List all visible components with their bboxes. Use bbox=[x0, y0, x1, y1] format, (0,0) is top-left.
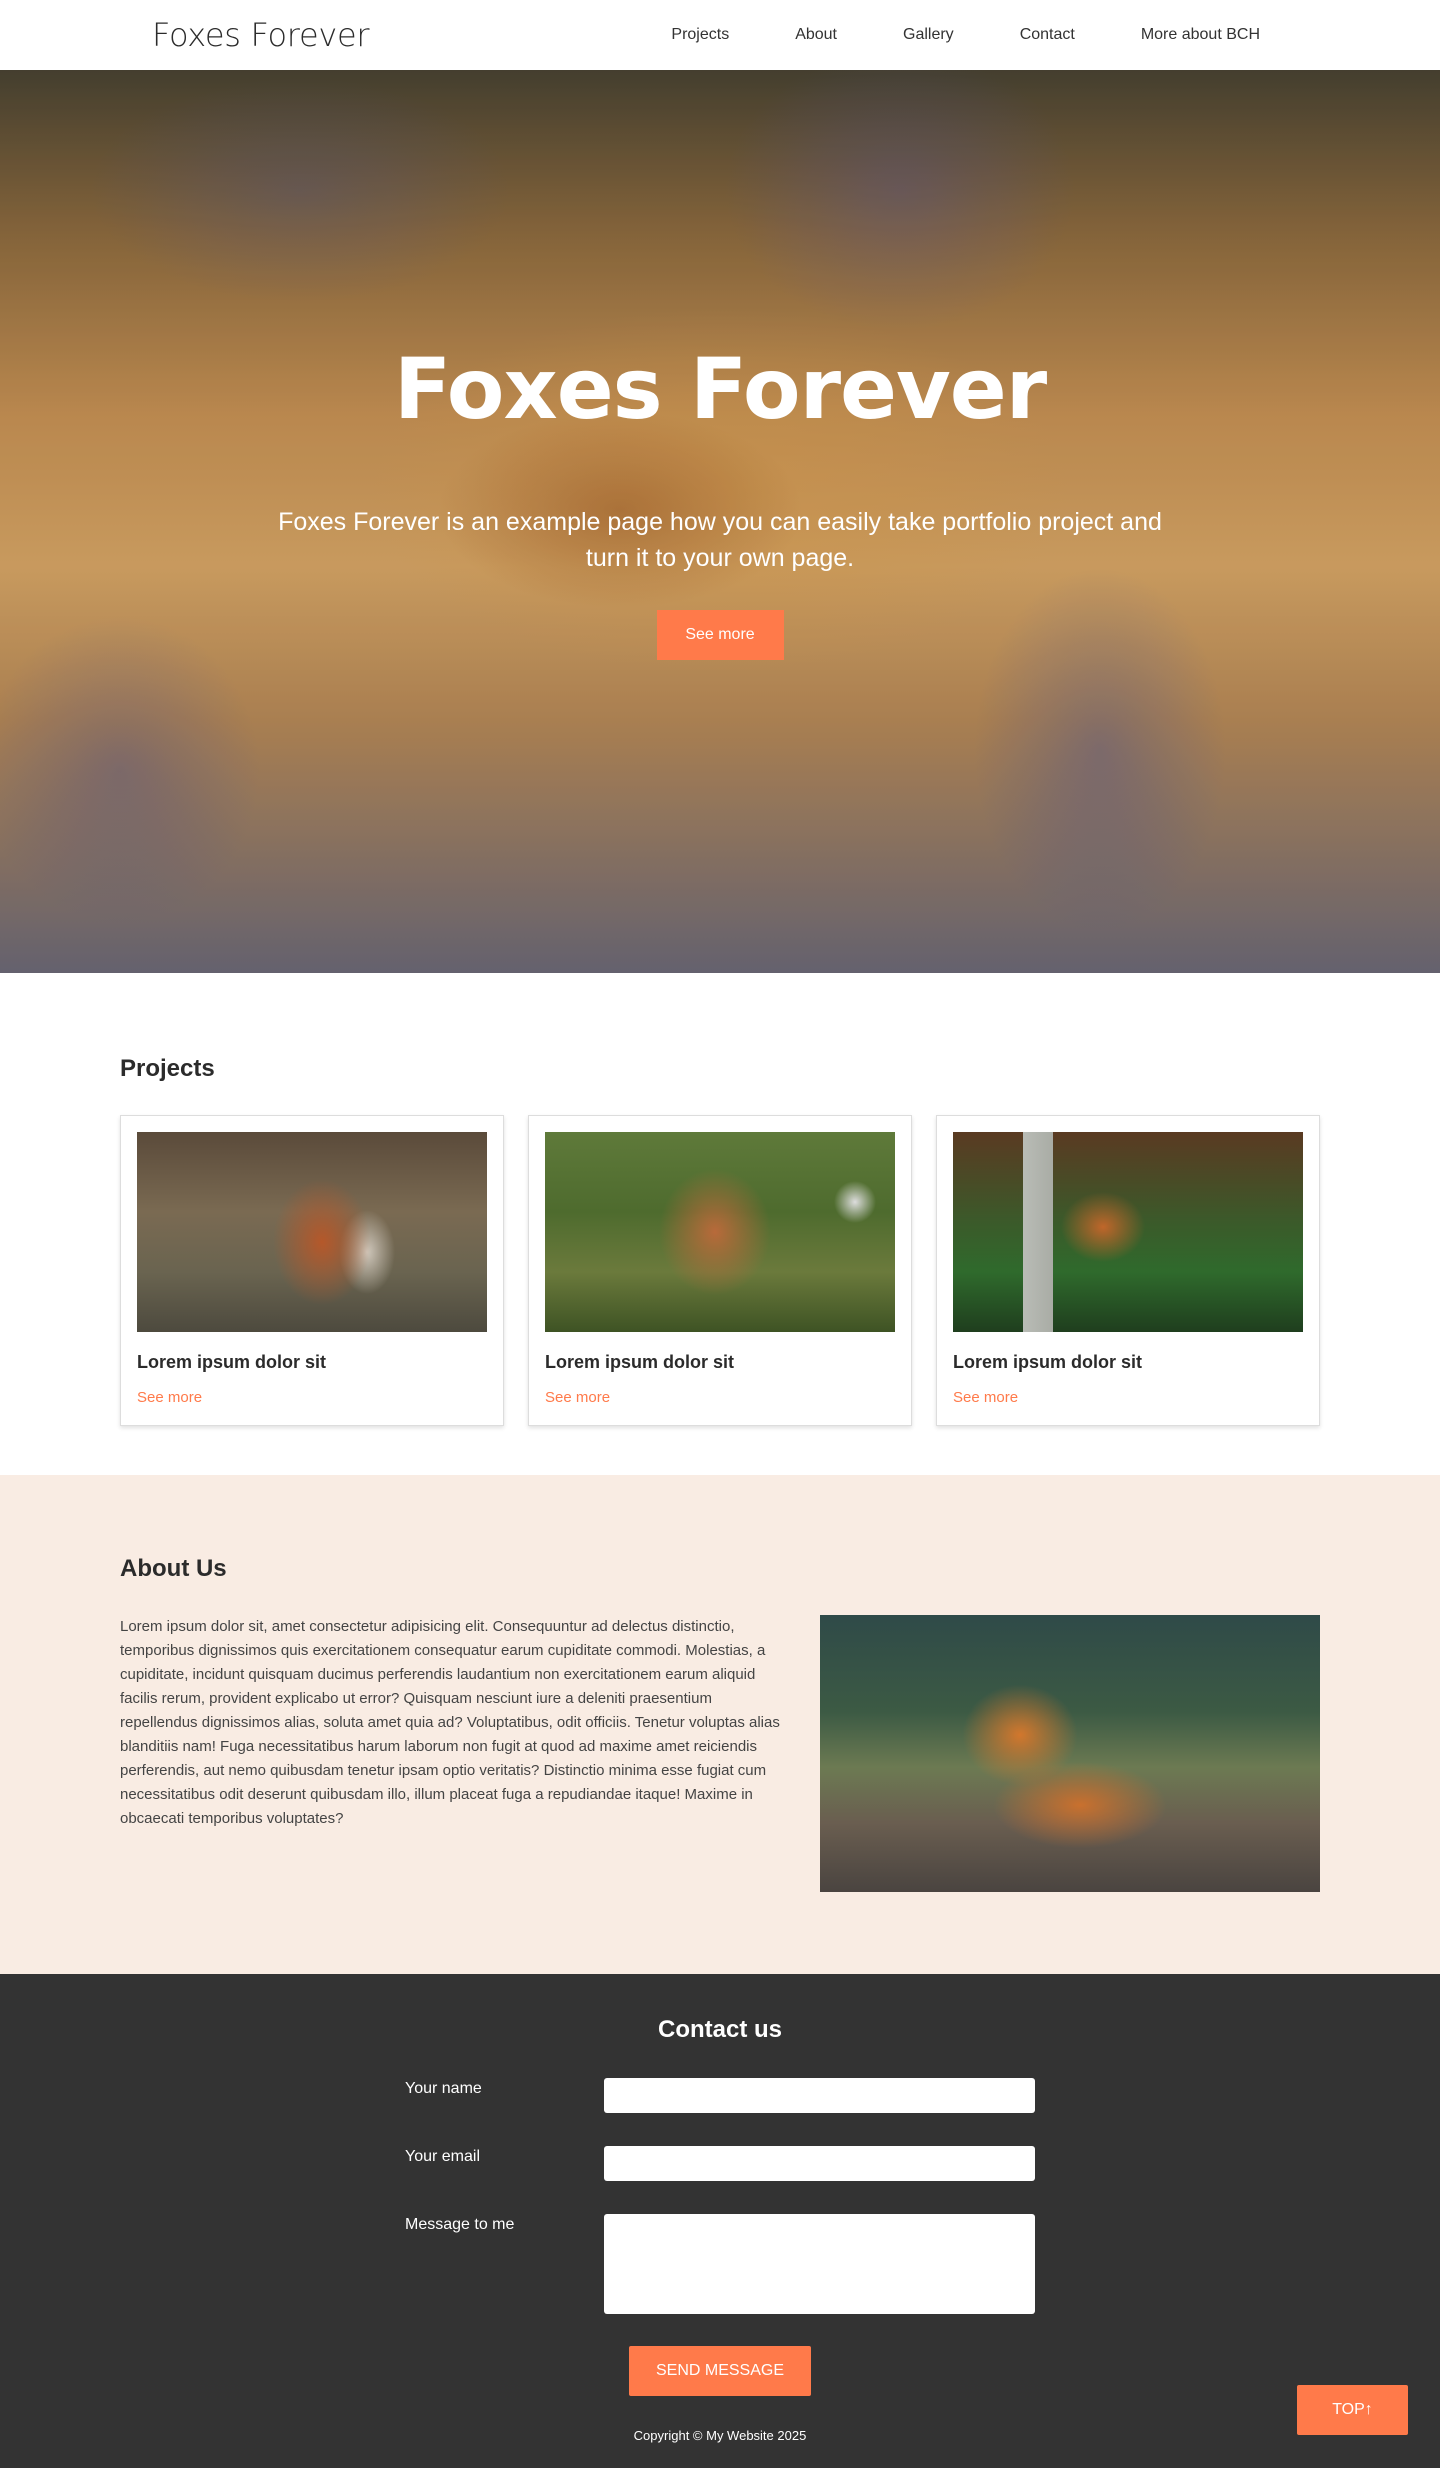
nav-link-contact[interactable]: Contact bbox=[1020, 26, 1075, 44]
project-cards: Lorem ipsum dolor sit See more Lorem ips… bbox=[120, 1115, 1320, 1426]
about-text: Lorem ipsum dolor sit, amet consectetur … bbox=[120, 1618, 780, 1827]
hero-section: Foxes Forever Foxes Forever is an exampl… bbox=[0, 70, 1440, 973]
brand-logo[interactable]: Foxes Forever bbox=[152, 16, 370, 54]
projects-title: Projects bbox=[120, 1055, 215, 1082]
send-wrap: SEND MESSAGE bbox=[405, 2346, 1035, 2396]
name-label: Your name bbox=[405, 2080, 482, 2097]
hero-see-more-button[interactable]: See more bbox=[656, 610, 784, 660]
nav-link-about[interactable]: About bbox=[795, 26, 837, 44]
nav-link-projects[interactable]: Projects bbox=[671, 26, 729, 44]
fox-image bbox=[137, 1132, 487, 1332]
nav-links: Projects About Gallery Contact More abou… bbox=[605, 26, 1260, 44]
contact-section: Contact us Your name Your email Message … bbox=[0, 1974, 1440, 2468]
send-message-button[interactable]: SEND MESSAGE bbox=[629, 2346, 811, 2396]
email-input[interactable] bbox=[604, 2146, 1035, 2181]
project-card: Lorem ipsum dolor sit See more bbox=[936, 1115, 1320, 1426]
about-row: Lorem ipsum dolor sit, amet consectetur … bbox=[120, 1615, 1320, 1892]
project-card-see-more-link[interactable]: See more bbox=[545, 1389, 610, 1406]
copyright: Copyright © My Website 2025 bbox=[633, 2428, 807, 2443]
message-label: Message to me bbox=[405, 2216, 515, 2233]
project-card: Lorem ipsum dolor sit See more bbox=[120, 1115, 504, 1426]
contact-form: Your name Your email Message to me SEND … bbox=[405, 2078, 1035, 2396]
project-card-title: Lorem ipsum dolor sit bbox=[953, 1352, 1143, 1372]
hero-title: Foxes Forever bbox=[393, 340, 1047, 438]
message-row: Message to me bbox=[405, 2214, 1035, 2314]
projects-section: Projects Lorem ipsum dolor sit See more … bbox=[0, 973, 1440, 1475]
top-nav: Foxes Forever Projects About Gallery Con… bbox=[0, 0, 1440, 70]
name-row: Your name bbox=[405, 2078, 1035, 2113]
about-section: About Us Lorem ipsum dolor sit, amet con… bbox=[0, 1475, 1440, 1974]
project-card-title: Lorem ipsum dolor sit bbox=[545, 1352, 735, 1372]
email-row: Your email bbox=[405, 2146, 1035, 2181]
email-label: Your email bbox=[405, 2148, 481, 2165]
fox-image bbox=[953, 1132, 1303, 1332]
project-card-see-more-link[interactable]: See more bbox=[137, 1389, 202, 1406]
message-textarea[interactable] bbox=[604, 2214, 1035, 2314]
name-input[interactable] bbox=[604, 2078, 1035, 2113]
project-card-title: Lorem ipsum dolor sit bbox=[137, 1352, 327, 1372]
project-card: Lorem ipsum dolor sit See more bbox=[528, 1115, 912, 1426]
back-to-top-button[interactable]: TOP↑ bbox=[1297, 2385, 1408, 2435]
hero-subtitle: Foxes Forever is an example page how you… bbox=[278, 508, 1162, 572]
about-title: About Us bbox=[120, 1555, 227, 1582]
about-fox-image bbox=[820, 1615, 1320, 1892]
fox-image bbox=[545, 1132, 895, 1332]
contact-title: Contact us bbox=[657, 2016, 782, 2043]
project-card-see-more-link[interactable]: See more bbox=[953, 1389, 1018, 1406]
nav-link-gallery[interactable]: Gallery bbox=[903, 26, 954, 44]
nav-link-more-about-bch[interactable]: More about BCH bbox=[1141, 26, 1260, 44]
hero-content: Foxes Forever Foxes Forever is an exampl… bbox=[0, 70, 1440, 660]
